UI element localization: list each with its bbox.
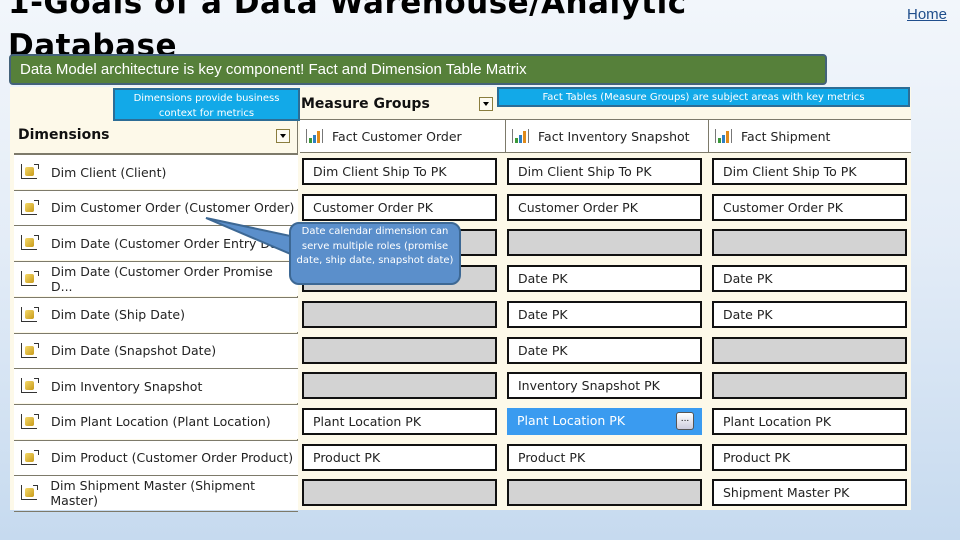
dimension-row[interactable]: Dim Client (Client): [14, 154, 298, 189]
empty-relationship-cell[interactable]: [712, 372, 907, 400]
relationship-cell[interactable]: Dim Client Ship To PK: [302, 158, 497, 185]
empty-relationship-cell[interactable]: [302, 372, 497, 400]
relationship-cell[interactable]: Date PK: [712, 265, 907, 293]
empty-relationship-cell[interactable]: [302, 479, 497, 507]
fact-column-header[interactable]: Fact Shipment: [708, 119, 911, 153]
empty-relationship-cell[interactable]: [507, 229, 702, 257]
dimension-cube-icon: [21, 449, 39, 466]
relationship-cell[interactable]: Product PK: [302, 443, 497, 471]
dimensions-dropdown-button[interactable]: [276, 129, 290, 143]
dimensions-header: Dimensions: [18, 127, 110, 143]
fact-column-label: Fact Customer Order: [332, 128, 462, 144]
dimension-row[interactable]: Dim Date (Customer Order Entry Date): [14, 225, 298, 261]
dimension-label: Dim Plant Location (Plant Location): [51, 414, 271, 430]
dimension-row[interactable]: Dim Plant Location (Plant Location): [14, 403, 298, 439]
dimension-label: Dim Shipment Master (Shipment Master): [50, 478, 256, 509]
measure-group-bar-chart-icon: [306, 129, 323, 143]
banner-subtitle: Data Model architecture is key component…: [9, 54, 827, 85]
relationship-cell[interactable]: Shipment Master PK: [712, 479, 907, 507]
fact-column-header[interactable]: Fact Inventory Snapshot: [505, 119, 708, 153]
relationship-cell[interactable]: Plant Location PK: [712, 407, 907, 435]
fact-column-label: Fact Shipment: [741, 128, 831, 144]
fact-column-header[interactable]: Fact Customer Order: [300, 119, 505, 153]
empty-relationship-cell[interactable]: [507, 479, 702, 507]
empty-relationship-cell[interactable]: [302, 336, 497, 364]
dimension-label: Dim Date (Ship Date): [51, 307, 185, 323]
relationship-cell[interactable]: Customer Order PK: [507, 193, 702, 221]
relationship-cell[interactable]: Date PK: [507, 265, 702, 293]
dimension-cube-icon: [21, 485, 39, 501]
dimension-label: Dim Date (Customer Order Entry Date): [51, 235, 296, 251]
relationship-cell[interactable]: Customer Order PK: [712, 193, 907, 221]
dimension-label: Dim Date (Customer Order Promise D...: [50, 264, 273, 295]
relationship-cell[interactable]: Plant Location PK...: [507, 407, 702, 435]
fact-tables-callout: Fact Tables (Measure Groups) are subject…: [497, 87, 910, 107]
measure-groups-dropdown-button[interactable]: [479, 97, 493, 111]
dimension-row[interactable]: Dim Inventory Snapshot: [14, 368, 298, 404]
relationship-cell-label: Plant Location PK: [517, 412, 626, 428]
measure-groups-header: Measure Groups: [301, 96, 430, 112]
relationship-cell[interactable]: Product PK: [712, 443, 907, 471]
dimension-cube-icon: [21, 306, 39, 323]
relationship-cell[interactable]: Dim Client Ship To PK: [507, 158, 702, 185]
dimension-row[interactable]: Dim Date (Ship Date): [14, 296, 298, 332]
dimension-label: Dim Customer Order (Customer Order): [51, 200, 295, 216]
relationship-cell[interactable]: Inventory Snapshot PK: [507, 372, 702, 400]
dimension-label: Dim Inventory Snapshot: [51, 378, 203, 394]
measure-group-bar-chart-icon: [512, 129, 529, 143]
dimension-cube-icon: [21, 271, 39, 287]
empty-relationship-cell[interactable]: [712, 229, 907, 257]
grid-divider: [14, 511, 298, 512]
dimension-row[interactable]: Dim Customer Order (Customer Order): [14, 189, 298, 225]
relationship-cell[interactable]: Product PK: [507, 443, 702, 471]
relationship-cell[interactable]: Date PK: [507, 336, 702, 364]
dimension-cube-icon: [21, 164, 39, 180]
edit-relationship-button[interactable]: ...: [676, 411, 694, 430]
dimension-row[interactable]: Dim Product (Customer Order Product): [14, 439, 298, 475]
dimension-label: Dim Date (Snapshot Date): [51, 343, 217, 358]
dimension-cube-icon: [21, 342, 39, 359]
relationship-cell[interactable]: Date PK: [507, 300, 702, 328]
relationship-cell[interactable]: Customer Order PK: [302, 193, 497, 221]
fact-column-label: Fact Inventory Snapshot: [538, 128, 690, 144]
dimension-cube-icon: [21, 235, 39, 251]
dimension-row[interactable]: Dim Shipment Master (Shipment Master): [14, 475, 298, 511]
home-link[interactable]: Home: [907, 6, 947, 23]
empty-relationship-cell[interactable]: [712, 336, 907, 364]
dimension-label: Dim Client (Client): [51, 164, 167, 180]
dimension-cube-icon: [21, 413, 39, 430]
dimension-label: Dim Product (Customer Order Product): [51, 450, 294, 466]
date-role-speech-bubble: Date calendar dimension can serve multip…: [289, 222, 461, 285]
relationship-cell[interactable]: Dim Client Ship To PK: [712, 158, 907, 185]
dimension-cube-icon: [21, 378, 39, 394]
dimensions-callout: Dimensions provide business context for …: [113, 88, 300, 121]
relationship-cell[interactable]: Date PK: [712, 300, 907, 328]
relationship-cell[interactable]: Plant Location PK: [302, 407, 497, 435]
measure-group-bar-chart-icon: [715, 129, 732, 143]
dimension-row[interactable]: Dim Date (Customer Order Promise D...: [14, 261, 298, 297]
dimension-cube-icon: [21, 199, 39, 216]
dimension-row[interactable]: Dim Date (Snapshot Date): [14, 332, 298, 368]
empty-relationship-cell[interactable]: [302, 300, 497, 328]
